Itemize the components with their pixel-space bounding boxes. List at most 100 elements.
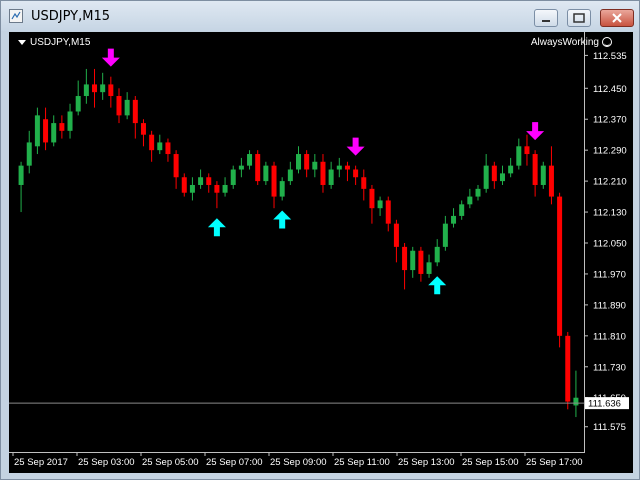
symbol-label[interactable]: USDJPY,M15 <box>18 37 90 48</box>
candle-body <box>100 84 106 93</box>
candle-body <box>467 196 473 205</box>
candle-body <box>51 123 57 143</box>
candle-body <box>206 177 212 185</box>
price-tick-label: 112.370 <box>593 115 627 126</box>
candle-body <box>548 165 554 197</box>
candle-body <box>26 142 32 166</box>
candle-body <box>524 146 530 155</box>
candle-body <box>312 161 318 170</box>
candle-body <box>377 200 383 209</box>
candle-body <box>540 165 546 185</box>
candle-body <box>573 397 579 406</box>
time-tick-label: 25 Sep 15:00 <box>462 457 519 468</box>
price-tick-label: 112.210 <box>593 177 627 188</box>
candle-body <box>499 173 505 182</box>
candle-body <box>43 119 49 143</box>
symbol-text: USDJPY,M15 <box>30 37 91 48</box>
candle-body <box>271 165 277 197</box>
candle-body <box>508 165 514 174</box>
close-button[interactable] <box>600 9 634 27</box>
candle-body <box>320 161 326 185</box>
candle-body <box>451 215 457 224</box>
candle-body <box>532 154 538 185</box>
candle-body <box>304 154 310 170</box>
price-tick-label: 111.890 <box>593 300 626 311</box>
candle-body <box>483 165 489 189</box>
candle-body <box>557 196 563 336</box>
time-tick-label: 25 Sep 03:00 <box>78 457 135 468</box>
restore-button[interactable] <box>567 9 591 27</box>
candle-body <box>173 154 179 178</box>
candle-body <box>116 96 122 116</box>
candle-body <box>296 154 301 170</box>
time-tick-label: 25 Sep 2017 <box>14 457 68 468</box>
price-tick-label: 111.970 <box>593 269 626 280</box>
candle-body <box>279 181 285 197</box>
candle-body <box>516 146 522 166</box>
candle-body <box>59 123 65 131</box>
smiley-icon <box>602 37 612 47</box>
candle-body <box>393 223 399 247</box>
price-tick-label: 111.730 <box>593 362 626 373</box>
chart-area[interactable]: 112.535 112.450 112.370 112.290 112.210 112.1… <box>9 32 633 473</box>
candle-body <box>222 184 228 193</box>
candle-body <box>132 99 138 124</box>
minimize-button[interactable] <box>534 9 558 27</box>
time-axis-line <box>9 452 585 453</box>
candle-body <box>426 262 432 274</box>
price-tick-label: 112.450 <box>593 84 627 95</box>
candle-body <box>255 154 261 182</box>
price-tick-label: 112.290 <box>593 146 627 157</box>
candle-body <box>287 169 293 182</box>
candlestick-chart[interactable]: 112.535 112.450 112.370 112.290 112.210 112.1… <box>9 32 633 473</box>
title-bar[interactable]: USDJPY,M15 <box>1 1 639 31</box>
candle-body <box>353 169 359 178</box>
candle-body <box>230 169 236 185</box>
candle-body <box>18 165 24 185</box>
candle-body <box>361 177 367 189</box>
candle-body <box>402 246 408 271</box>
candle-body <box>92 84 98 93</box>
price-axis-line <box>584 32 585 452</box>
candle-body <box>238 165 244 170</box>
candle-body <box>181 177 187 193</box>
candle-body <box>149 134 155 151</box>
candle-body <box>140 123 146 135</box>
candle-body <box>459 204 465 216</box>
candle-body <box>189 184 195 193</box>
sell-arrow-icon <box>101 48 120 67</box>
close-icon <box>612 13 622 23</box>
candle-body <box>418 250 424 274</box>
candle-body <box>336 165 342 170</box>
price-tick-label: 112.050 <box>593 239 627 250</box>
price-tick-label: 112.130 <box>593 208 627 219</box>
sell-arrow-icon <box>526 122 545 141</box>
candle-body <box>491 165 497 182</box>
time-tick-label: 25 Sep 13:00 <box>398 457 455 468</box>
buy-arrow-icon <box>428 276 447 295</box>
time-tick-label: 25 Sep 11:00 <box>334 457 390 468</box>
indicator-label: AlwaysWorking <box>530 37 599 48</box>
time-tick-label: 25 Sep 07:00 <box>206 457 263 468</box>
candle-body <box>214 184 220 193</box>
dropdown-triangle-icon[interactable] <box>18 39 26 45</box>
buy-arrow-icon <box>273 210 292 229</box>
chart-window-icon <box>9 9 23 23</box>
candle-body <box>124 99 130 116</box>
candle-body <box>198 177 204 185</box>
price-tick-label: 112.535 <box>593 51 627 62</box>
candle-body <box>247 154 253 166</box>
candle-body <box>385 200 391 224</box>
minimize-icon <box>542 20 550 22</box>
window-title: USDJPY,M15 <box>31 9 110 24</box>
candle-body <box>75 96 81 112</box>
candle-body <box>328 169 334 185</box>
chart-window: USDJPY,M15 112.535 112.450 112.370 112.290 1… <box>0 0 640 480</box>
price-tick-label: 111.575 <box>593 422 626 433</box>
candle-body <box>369 188 375 209</box>
candle-body <box>442 223 448 247</box>
candle-body <box>83 84 89 97</box>
candle-body <box>565 335 571 402</box>
sell-arrow-icon <box>346 137 365 156</box>
time-tick-label: 25 Sep 05:00 <box>142 457 199 468</box>
